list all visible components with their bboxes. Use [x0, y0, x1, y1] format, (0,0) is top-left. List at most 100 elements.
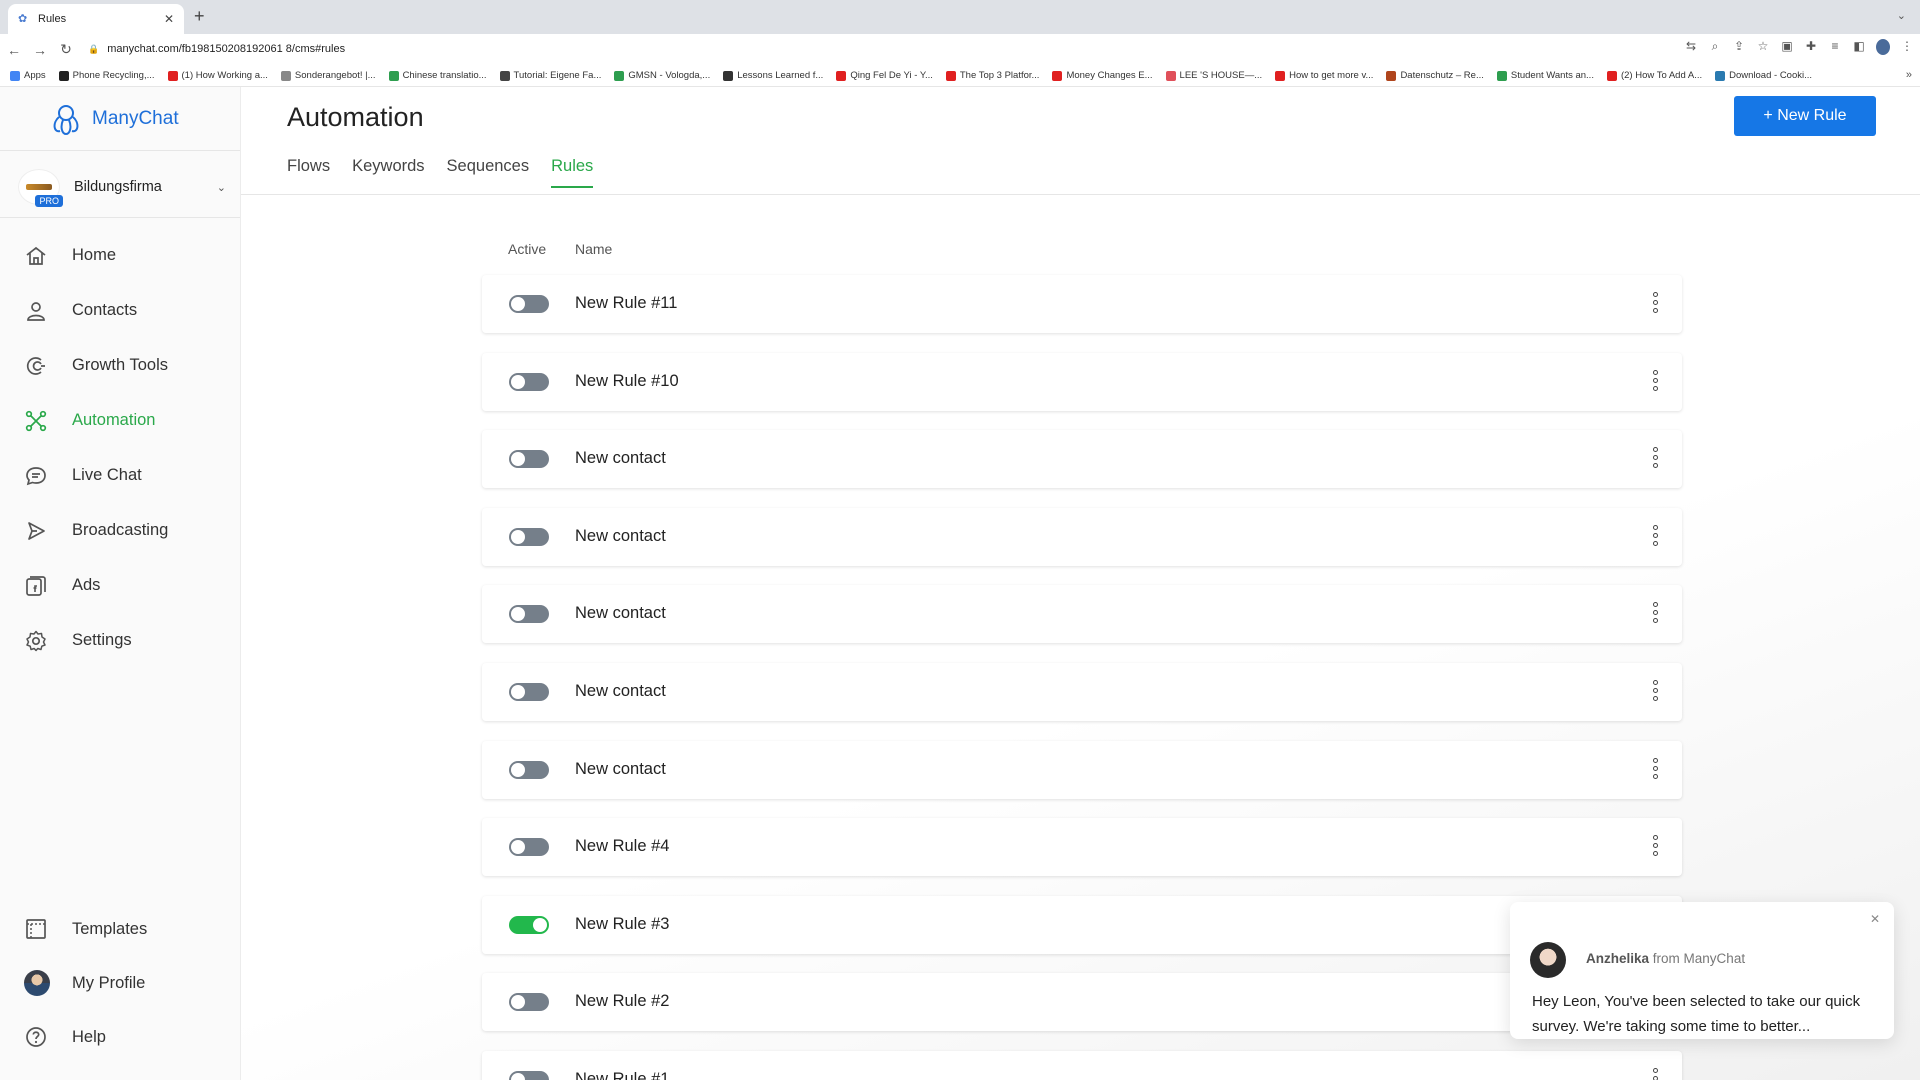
back-icon[interactable]: ←	[2, 42, 26, 58]
bookmark-item[interactable]: Apps	[10, 70, 46, 81]
rule-row[interactable]: New Rule #11	[482, 275, 1682, 333]
browser-profile-avatar[interactable]	[1876, 39, 1890, 55]
extension-icon[interactable]: ▣	[1780, 39, 1794, 55]
bookmark-star-icon[interactable]: ☆	[1756, 39, 1770, 55]
more-options-icon[interactable]	[1650, 680, 1660, 704]
column-header-name: Name	[575, 241, 613, 257]
bookmark-item[interactable]: Qing Fel De Yi - Y...	[836, 70, 933, 81]
more-options-icon[interactable]	[1650, 524, 1660, 549]
rule-row[interactable]: New contact	[482, 740, 1682, 799]
browser-tab[interactable]: ✿ Rules ✕	[8, 4, 184, 34]
more-options-icon[interactable]	[1650, 1068, 1660, 1080]
rule-row[interactable]: New Rule #4	[482, 818, 1682, 877]
zoom-icon[interactable]: ⌕	[1708, 39, 1722, 55]
bookmark-item[interactable]: Money Changes E...	[1052, 70, 1153, 81]
bookmark-item[interactable]: (1) How Working a...	[167, 70, 268, 81]
rule-row[interactable]: New contact	[482, 585, 1682, 644]
reload-icon[interactable]: ↻	[54, 41, 78, 58]
more-bookmarks-icon[interactable]: »	[1906, 69, 1912, 81]
sidebar-item-label: Home	[72, 246, 117, 264]
more-options-icon[interactable]	[1650, 447, 1660, 471]
sidebar-item-live-chat[interactable]: Live Chat	[0, 448, 240, 503]
rule-active-toggle[interactable]	[509, 915, 549, 934]
chevron-down-icon[interactable]: ⌄	[217, 181, 226, 194]
reading-list-icon[interactable]: ≡	[1828, 39, 1842, 55]
more-options-icon[interactable]	[1650, 292, 1660, 316]
rule-active-toggle[interactable]	[509, 450, 549, 469]
side-panel-icon[interactable]: ◧	[1852, 39, 1866, 55]
rule-row[interactable]: New contact	[482, 507, 1682, 566]
sidebar-item-settings[interactable]: Settings	[0, 613, 240, 668]
toggle-knob	[511, 607, 525, 622]
browser-menu-icon[interactable]: ⋮	[1900, 39, 1914, 55]
bookmark-favicon-icon	[1275, 70, 1286, 81]
more-options-icon[interactable]	[1650, 757, 1660, 782]
rule-active-toggle[interactable]	[509, 993, 549, 1012]
rule-active-toggle[interactable]	[509, 1071, 549, 1080]
address-bar[interactable]: 🔒 manychat.com/fb198150208192061 8/cms#r…	[88, 36, 1658, 62]
sidebar-item-broadcasting[interactable]: Broadcasting	[0, 503, 240, 558]
sidebar-item-help[interactable]: Help	[0, 1010, 240, 1064]
rule-active-toggle[interactable]	[509, 295, 549, 313]
bookmark-item[interactable]: Chinese translatio...	[388, 70, 487, 81]
bookmark-label: Chinese translatio...	[402, 70, 487, 81]
rule-row[interactable]: New contact	[482, 430, 1682, 489]
close-icon[interactable]: ✕	[1870, 912, 1880, 926]
sidebar-nav: Home Contacts Growth Tools Automation Live C…	[0, 228, 240, 668]
rule-active-toggle[interactable]	[509, 527, 549, 546]
sidebar-item-contacts[interactable]: Contacts	[0, 283, 240, 338]
rule-row[interactable]: New Rule #1	[482, 1051, 1682, 1080]
tab-rules[interactable]: Rules	[551, 157, 594, 188]
tab-search-icon[interactable]: ⌄	[1897, 9, 1906, 22]
bookmark-item[interactable]: (2) How To Add A...	[1606, 70, 1702, 81]
rule-active-toggle[interactable]	[509, 605, 549, 624]
bookmark-item[interactable]: The Top 3 Platfor...	[945, 70, 1039, 81]
bookmark-item[interactable]: LEE 'S HOUSE—...	[1165, 70, 1262, 81]
more-options-icon[interactable]	[1650, 835, 1660, 859]
bookmark-item[interactable]: Phone Recycling,...	[58, 70, 155, 81]
rule-active-toggle[interactable]	[509, 838, 549, 857]
bookmark-item[interactable]: Download - Cooki...	[1715, 70, 1812, 81]
sidebar-item-my-profile[interactable]: My Profile	[0, 956, 240, 1010]
rule-row[interactable]: New contact	[482, 663, 1682, 721]
rule-row[interactable]: New Rule #10	[482, 352, 1682, 411]
share-icon[interactable]: ⇪	[1732, 39, 1746, 55]
tab-sequences[interactable]: Sequences	[447, 157, 530, 188]
rule-active-toggle[interactable]	[509, 683, 549, 701]
bookmark-favicon-icon	[1386, 70, 1397, 81]
rule-row[interactable]: New Rule #2	[482, 973, 1682, 1032]
sidebar-item-home[interactable]: Home	[0, 228, 240, 283]
rule-active-toggle[interactable]	[509, 372, 549, 391]
browser-tabstrip: ✿ Rules ✕ + ⌄	[0, 0, 1920, 34]
chat-popup[interactable]: ✕ Anzhelika from ManyChat Hey Leon, You'…	[1510, 902, 1894, 1039]
new-rule-button[interactable]: + New Rule	[1734, 96, 1876, 136]
sidebar-item-growth-tools[interactable]: Growth Tools	[0, 338, 240, 393]
bookmark-item[interactable]: GMSN - Vologda,...	[614, 70, 710, 81]
rule-row[interactable]: New Rule #3	[482, 895, 1682, 954]
more-options-icon[interactable]	[1650, 369, 1660, 394]
forward-icon[interactable]: →	[28, 42, 52, 58]
bookmark-item[interactable]: Tutorial: Eigene Fa...	[499, 70, 601, 81]
account-switcher[interactable]: PRO Bildungsfirma ⌄	[18, 165, 236, 209]
puzzle-extensions-icon[interactable]: ✚	[1804, 39, 1818, 55]
ads-icon	[26, 575, 46, 596]
bookmark-item[interactable]: Student Wants an...	[1496, 70, 1594, 81]
brand[interactable]: ManyChat	[48, 101, 179, 137]
tab-flows[interactable]: Flows	[287, 157, 330, 188]
sidebar-item-ads[interactable]: Ads	[0, 558, 240, 613]
tab-keywords[interactable]: Keywords	[352, 157, 424, 188]
translate-icon[interactable]: ⇆	[1684, 39, 1698, 55]
bookmark-item[interactable]: Datenschutz – Re...	[1386, 70, 1484, 81]
new-tab-button[interactable]: +	[194, 6, 205, 27]
bookmark-item[interactable]: Sonderangebot! |...	[280, 70, 376, 81]
close-tab-icon[interactable]: ✕	[164, 12, 174, 26]
more-options-icon[interactable]	[1650, 602, 1660, 626]
bookmark-favicon-icon	[499, 70, 510, 81]
bookmark-favicon-icon	[167, 70, 178, 81]
sidebar-item-templates[interactable]: Templates	[0, 902, 240, 956]
account-avatar: PRO	[18, 169, 63, 207]
sidebar-item-automation[interactable]: Automation	[0, 393, 240, 448]
rule-active-toggle[interactable]	[509, 760, 549, 779]
bookmark-item[interactable]: Lessons Learned f...	[723, 70, 823, 81]
bookmark-item[interactable]: How to get more v...	[1275, 70, 1373, 81]
